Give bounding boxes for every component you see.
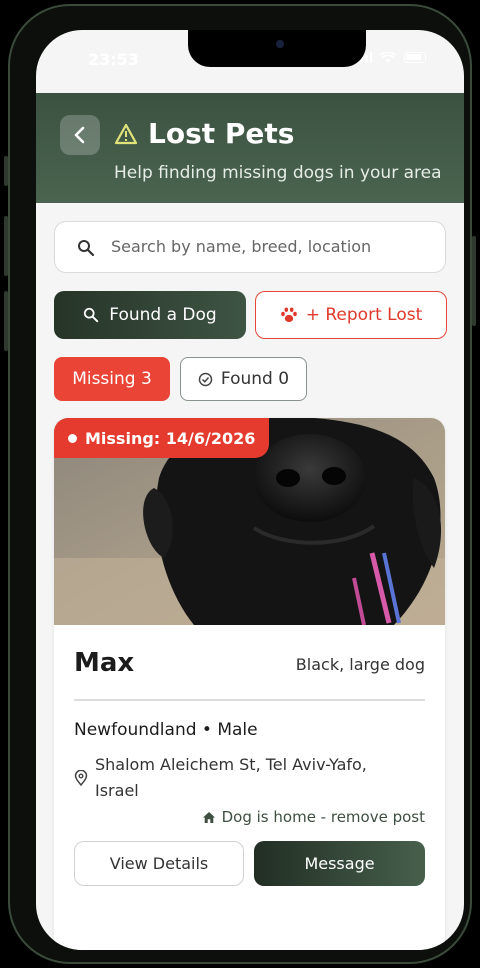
found-a-dog-button[interactable]: Found a Dog bbox=[54, 291, 246, 339]
chevron-left-icon bbox=[74, 126, 85, 144]
wifi-icon bbox=[380, 52, 396, 63]
volume-down-button bbox=[4, 291, 8, 351]
message-button[interactable]: Message bbox=[254, 841, 425, 886]
report-lost-button[interactable]: + Report Lost bbox=[255, 291, 447, 339]
pet-card[interactable]: Missing: 14/6/2026 Max Black, large dog … bbox=[54, 418, 445, 950]
volume-up-button bbox=[4, 216, 8, 276]
search-box[interactable] bbox=[54, 221, 446, 273]
app-screen: 23:53 Lost Pets Help finding missing dog… bbox=[36, 30, 464, 950]
check-circle-icon bbox=[198, 372, 213, 386]
missing-date-badge: Missing: 14/6/2026 bbox=[54, 418, 270, 458]
missing-date-label: Missing: 14/6/2026 bbox=[85, 428, 256, 448]
camera bbox=[276, 40, 284, 48]
search-input[interactable] bbox=[111, 222, 431, 271]
back-button[interactable] bbox=[60, 115, 100, 155]
status-time: 23:53 bbox=[88, 50, 139, 69]
status-dot-icon bbox=[68, 433, 77, 443]
dog-is-home-label: Dog is home - remove post bbox=[221, 808, 425, 826]
mute-switch bbox=[4, 156, 8, 186]
found-a-dog-label: Found a Dog bbox=[109, 305, 217, 325]
app-header: Lost Pets Help finding missing dogs in y… bbox=[36, 93, 464, 203]
view-details-label: View Details bbox=[109, 854, 209, 873]
tab-missing[interactable]: Missing 3 bbox=[54, 357, 170, 401]
warning-icon bbox=[114, 123, 138, 145]
search-icon bbox=[78, 240, 95, 257]
pet-name: Max bbox=[74, 648, 135, 678]
location-pin-icon bbox=[74, 770, 88, 786]
status-icons bbox=[356, 52, 426, 64]
dog-is-home-link[interactable]: Dog is home - remove post bbox=[202, 808, 425, 826]
report-lost-label: + Report Lost bbox=[305, 305, 423, 325]
search-icon bbox=[84, 307, 99, 323]
divider bbox=[74, 699, 425, 701]
notch bbox=[188, 30, 366, 67]
pet-location: Shalom Aleichem St, Tel Aviv-Yafo, Israe… bbox=[95, 755, 367, 800]
phone-frame: 23:53 Lost Pets Help finding missing dog… bbox=[4, 4, 476, 964]
page-title: Lost Pets bbox=[148, 117, 295, 150]
home-icon bbox=[202, 811, 215, 823]
paw-icon bbox=[280, 307, 297, 323]
view-details-button[interactable]: View Details bbox=[74, 841, 244, 886]
pet-breed-sex: Newfoundland • Male bbox=[74, 720, 258, 740]
tab-missing-label: Missing 3 bbox=[72, 369, 152, 389]
power-button bbox=[472, 236, 476, 326]
tab-found[interactable]: Found 0 bbox=[180, 357, 307, 401]
pet-description: Black, large dog bbox=[295, 655, 425, 674]
page-subtitle: Help finding missing dogs in your area bbox=[114, 163, 442, 183]
message-label: Message bbox=[304, 854, 375, 873]
tab-found-label: Found 0 bbox=[220, 369, 290, 389]
battery-icon bbox=[404, 52, 426, 63]
